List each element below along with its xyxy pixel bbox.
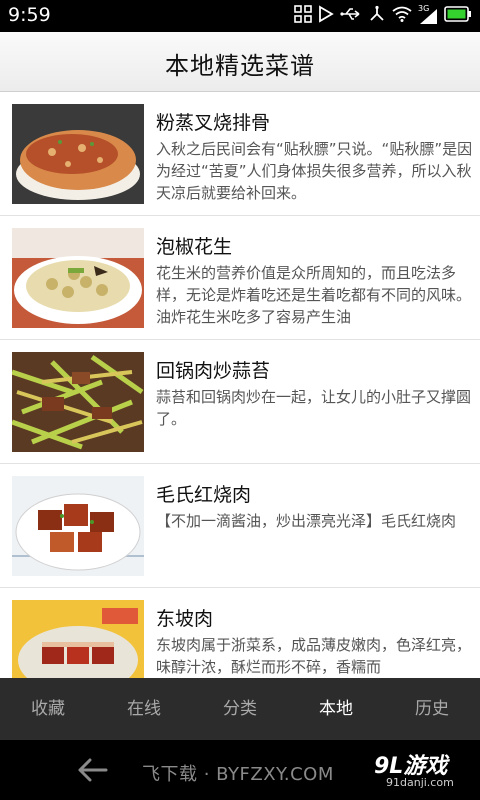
battery-icon — [444, 6, 472, 26]
watermark-logo-sub: 91danji.com — [386, 776, 454, 789]
recipe-description: 东坡肉属于浙菜系，成品薄皮嫩肉，色泽红亮，味醇汁浓，酥烂而形不碎，香糯而 — [156, 636, 472, 676]
recipe-title: 回锅肉炒蒜苔 — [156, 360, 271, 382]
recipe-item[interactable]: 泡椒花生 花生米的营养价值是众所周知的，而且吃法多样，无论是炸着吃还是生着吃都有… — [0, 216, 480, 340]
recipe-description: 入秋之后民间会有“贴秋膘”只说。“贴秋膘”是因为经过“苦夏”人们身体损失很多营养… — [156, 140, 473, 202]
wifi-icon — [392, 6, 412, 26]
debug-icon — [368, 5, 386, 27]
recipe-description: 花生米的营养价值是众所周知的，而且吃法多样，无论是炸着吃还是生着吃都有不同的风味… — [156, 264, 472, 326]
tab-online[interactable]: 在线 — [96, 678, 192, 740]
recipe-title: 粉蒸叉烧排骨 — [156, 112, 271, 134]
recipe-item[interactable]: 东坡肉 东坡肉属于浙菜系，成品薄皮嫩肉，色泽红亮，味醇汁浓，酥烂而形不碎，香糯而 — [0, 588, 480, 678]
recipe-thumbnail — [12, 476, 144, 576]
status-time: 9:59 — [8, 4, 51, 26]
recipe-title: 毛氏红烧肉 — [156, 484, 252, 506]
signal-label: 3G — [418, 4, 430, 13]
page-title: 本地精选菜谱 — [165, 52, 315, 80]
recipe-item[interactable]: 粉蒸叉烧排骨 入秋之后民间会有“贴秋膘”只说。“贴秋膘”是因为经过“苦夏”人们身… — [0, 92, 480, 216]
recipe-thumbnail — [12, 228, 144, 328]
app-header: 本地精选菜谱 — [0, 32, 480, 92]
tab-history[interactable]: 历史 — [384, 678, 480, 740]
recipe-list[interactable]: 粉蒸叉烧排骨 入秋之后民间会有“贴秋膘”只说。“贴秋膘”是因为经过“苦夏”人们身… — [0, 92, 480, 678]
recipe-title: 东坡肉 — [156, 608, 214, 630]
back-arrow-icon — [72, 758, 112, 790]
recipe-thumbnail — [12, 600, 144, 678]
tab-categories[interactable]: 分类 — [192, 678, 288, 740]
tab-favorites[interactable]: 收藏 — [0, 678, 96, 740]
status-icons: 3G — [294, 4, 472, 27]
recipe-thumbnail — [12, 352, 144, 452]
recipe-description: 蒜苔和回锅肉炒在一起，让女儿的小肚子又撑圆了。 — [156, 388, 472, 428]
recipe-title: 泡椒花生 — [156, 236, 233, 258]
bottom-tab-bar: 收藏 在线 分类 本地 历史 — [0, 678, 480, 740]
tab-local[interactable]: 本地 — [288, 678, 384, 740]
status-bar: 9:59 3G — [0, 0, 480, 32]
recipe-thumbnail — [12, 104, 144, 204]
recipe-item[interactable]: 回锅肉炒蒜苔 蒜苔和回锅肉炒在一起，让女儿的小肚子又撑圆了。 — [0, 340, 480, 464]
recipe-description: 【不加一滴酱油，炒出漂亮光泽】毛氏红烧肉 — [156, 512, 457, 530]
watermark-logo: 9L游戏 91danji.com — [372, 748, 468, 796]
back-button[interactable] — [72, 754, 112, 786]
signal-icon: 3G — [418, 4, 438, 25]
qr-icon — [294, 5, 312, 27]
recipe-item[interactable]: 毛氏红烧肉 【不加一滴酱油，炒出漂亮光泽】毛氏红烧肉 — [0, 464, 480, 588]
watermark-text: 飞下载 · BYFZXY.COM — [142, 764, 334, 785]
system-nav-bar: 飞下载 · BYFZXY.COM 9L游戏 91danji.com — [0, 740, 480, 800]
usb-icon — [340, 6, 362, 26]
play-icon — [318, 5, 334, 27]
